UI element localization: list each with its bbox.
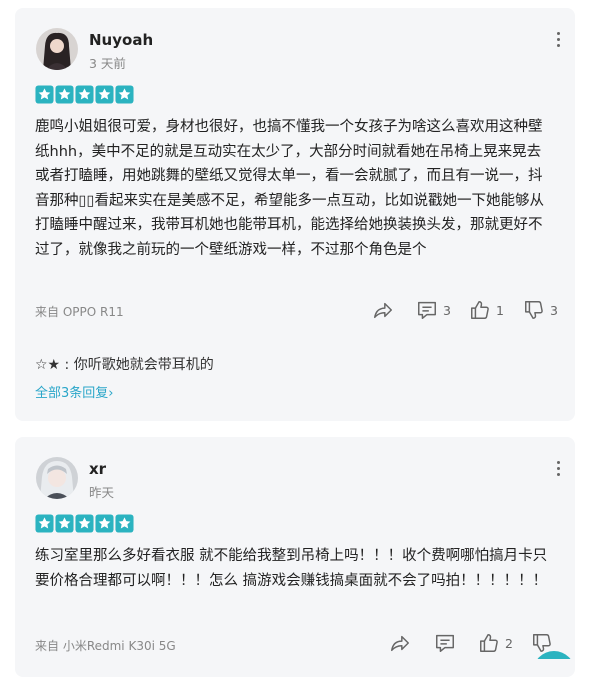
review-card: xr 昨天 练习室里那么多好看衣服 就不能给我整到吊椅上吗！！！收个费啊哪怕搞月… — [15, 437, 575, 677]
star-icon — [115, 85, 134, 104]
like-count: 2 — [505, 635, 513, 651]
rating-stars — [35, 85, 134, 104]
chevron-right-icon: › — [108, 386, 114, 401]
avatar[interactable] — [36, 28, 78, 70]
like-button[interactable]: 1 — [469, 299, 504, 321]
review-card: Nuyoah 3 天前 鹿鸣小姐姐很可爱，身材也很好，也搞不懂我一个女孩子为啥这… — [15, 8, 575, 421]
review-time: 昨天 — [89, 485, 115, 500]
avatar[interactable] — [36, 457, 78, 499]
reply-preview: ☆★ : 你听歌她就会带耳机的 — [35, 357, 214, 373]
like-button[interactable]: 2 — [478, 632, 513, 654]
share-button[interactable] — [389, 632, 411, 654]
star-icon — [35, 85, 54, 104]
comment-count: 3 — [443, 302, 451, 318]
star-icon — [95, 514, 114, 533]
star-icon — [55, 514, 74, 533]
all-replies-link[interactable]: 全部3条回复› — [35, 382, 113, 401]
star-icon — [75, 85, 94, 104]
share-icon — [374, 302, 392, 319]
thumbs-up-icon — [480, 634, 498, 652]
username[interactable]: Nuyoah — [89, 31, 153, 49]
device-label: 来自 OPPO R11 — [35, 305, 124, 319]
comment-icon — [436, 634, 454, 652]
thumbs-down-icon — [525, 301, 543, 319]
comment-button[interactable] — [434, 632, 456, 654]
star-icon — [35, 514, 54, 533]
review-text: 练习室里那么多好看衣服 就不能给我整到吊椅上吗！！！收个费啊哪怕搞月卡只要价格合… — [35, 548, 548, 589]
share-icon — [391, 635, 409, 652]
like-count: 1 — [496, 302, 504, 318]
device-label: 来自 小米Redmi K30i 5G — [35, 639, 176, 653]
star-icon — [55, 85, 74, 104]
star-icon — [75, 514, 94, 533]
thumbs-up-icon — [471, 301, 489, 319]
star-icon — [95, 85, 114, 104]
more-options-icon[interactable] — [555, 32, 561, 50]
dislike-count: 3 — [550, 302, 558, 318]
rating-stars — [35, 514, 134, 533]
review-time: 3 天前 — [89, 56, 126, 71]
all-replies-label: 全部3条回复 — [35, 386, 109, 401]
dislike-button[interactable]: 3 — [523, 299, 558, 321]
more-options-icon[interactable] — [555, 461, 561, 479]
share-button[interactable] — [372, 299, 394, 321]
floating-action-button[interactable] — [533, 651, 575, 659]
star-icon — [115, 514, 134, 533]
comment-icon — [418, 301, 436, 319]
username[interactable]: xr — [89, 460, 106, 478]
review-text: 鹿鸣小姐姐很可爱，身材也很好，也搞不懂我一个女孩子为啥这么喜欢用这种壁纸hhh，… — [35, 119, 544, 258]
comment-button[interactable]: 3 — [416, 299, 451, 321]
